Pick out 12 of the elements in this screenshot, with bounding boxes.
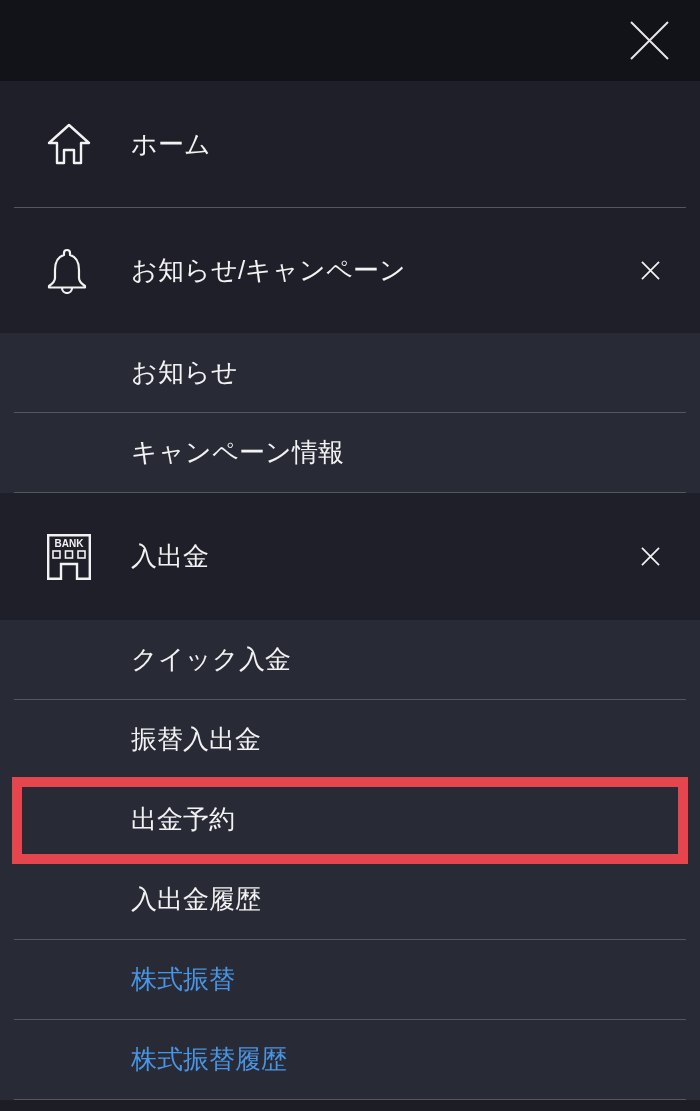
menu-item[interactable]: 入出金履歴 [0, 860, 700, 939]
close-icon [629, 21, 669, 60]
bank-building-icon: BANK [47, 533, 91, 580]
close-button[interactable] [629, 20, 669, 61]
menu-item[interactable]: 振替入出金 [0, 700, 700, 779]
menu-item[interactable]: 株式振替履歴 [0, 1020, 700, 1099]
menu-item[interactable]: クイック入金 [0, 620, 700, 699]
menu-item[interactable]: 株式振替 [0, 940, 700, 1019]
menu-item[interactable]: キャンペーン情報 [0, 413, 700, 492]
menu-item[interactable]: お知らせ [0, 333, 700, 412]
bell-icon [47, 247, 87, 294]
house-icon [47, 123, 91, 165]
